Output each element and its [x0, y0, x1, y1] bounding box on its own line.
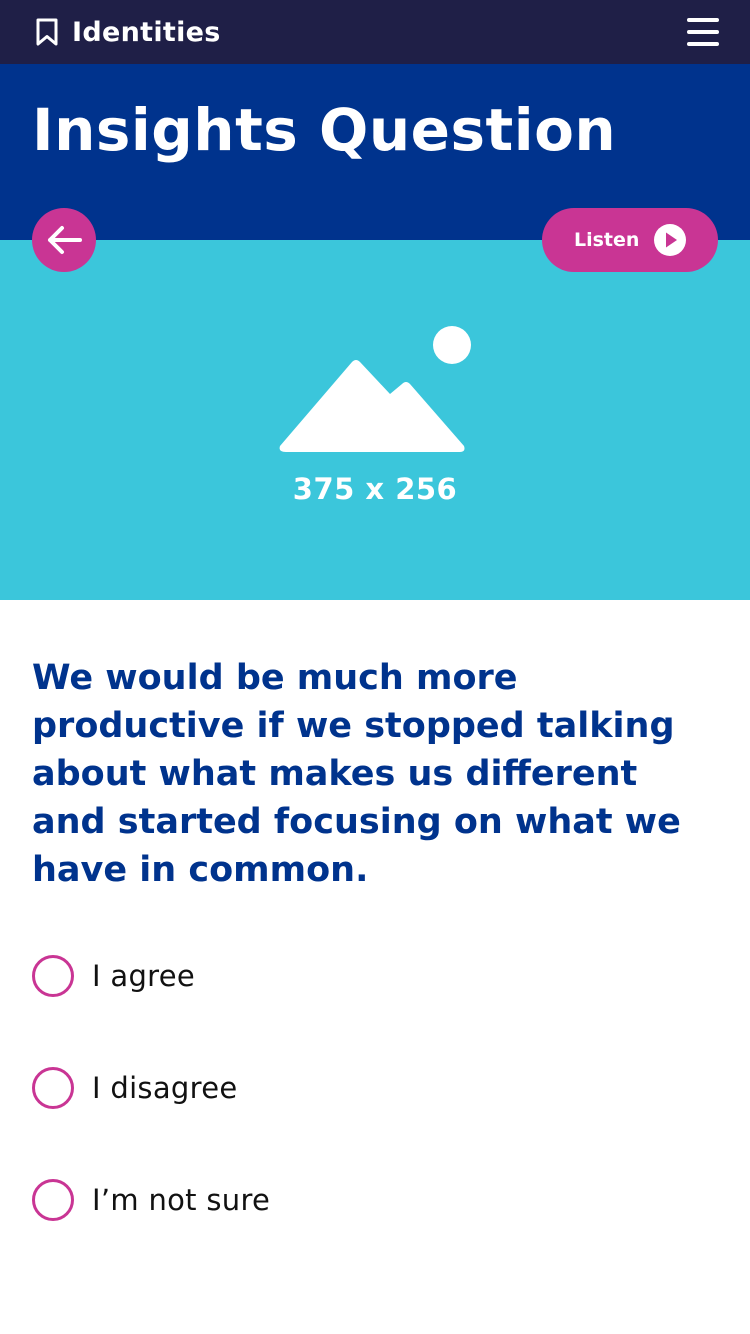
option-agree[interactable]: I agree	[32, 952, 722, 1000]
listen-button[interactable]: Listen	[542, 208, 718, 272]
arrow-left-icon	[48, 226, 82, 254]
image-dimensions-caption: 375 x 256	[292, 472, 458, 506]
top-nav-bar: Identities	[0, 0, 750, 64]
radio-button-agree[interactable]	[32, 955, 74, 997]
option-label: I’m not sure	[92, 1183, 271, 1217]
hero-image-placeholder: 375 x 256	[0, 240, 750, 600]
bookmark-icon	[36, 18, 58, 46]
radio-button-disagree[interactable]	[32, 1067, 74, 1109]
brand-link[interactable]: Identities	[34, 16, 221, 48]
back-button[interactable]	[32, 208, 96, 272]
option-not-sure[interactable]: I’m not sure	[32, 1176, 722, 1224]
option-label: I disagree	[92, 1071, 238, 1105]
question-text: We would be much more productive if we s…	[32, 658, 681, 890]
listen-label: Listen	[574, 229, 640, 251]
play-icon	[654, 224, 686, 256]
answer-options: I agree I disagree I’m not sure	[32, 952, 722, 1288]
page-title: Insights Question	[32, 96, 617, 164]
option-label: I agree	[92, 959, 196, 993]
hamburger-menu-icon	[687, 18, 719, 46]
image-placeholder-icon	[279, 326, 471, 452]
radio-button-not-sure[interactable]	[32, 1179, 74, 1221]
brand-label: Identities	[72, 16, 221, 48]
option-disagree[interactable]: I disagree	[32, 1064, 722, 1112]
menu-button[interactable]	[686, 14, 720, 50]
